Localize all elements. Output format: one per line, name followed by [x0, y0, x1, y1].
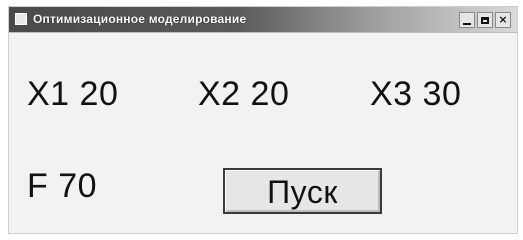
x3-readout: X3 30: [370, 75, 461, 114]
x2-label: X2: [198, 75, 241, 113]
maximize-icon[interactable]: [477, 12, 493, 28]
app-window: Оптимизационное моделирование × X1 20 X2…: [8, 6, 518, 234]
run-button-label: Пуск: [267, 174, 338, 210]
close-icon[interactable]: ×: [495, 12, 511, 28]
minimize-icon[interactable]: [459, 12, 475, 28]
x1-label: X1: [27, 75, 70, 113]
x1-value: 20: [79, 75, 119, 113]
f-label: F: [27, 167, 49, 205]
window-title: Оптимизационное моделирование: [33, 12, 247, 26]
x3-value: 30: [422, 75, 462, 113]
run-button[interactable]: Пуск: [223, 168, 382, 214]
x2-readout: X2 20: [198, 75, 289, 114]
app-icon: [15, 13, 27, 25]
f-readout: F 70: [27, 167, 97, 206]
f-value: 70: [58, 167, 98, 205]
x2-value: 20: [250, 75, 290, 113]
x3-label: X3: [370, 75, 413, 113]
x1-readout: X1 20: [27, 75, 118, 114]
window-controls: ×: [459, 10, 511, 30]
title-bar[interactable]: Оптимизационное моделирование ×: [9, 7, 517, 33]
